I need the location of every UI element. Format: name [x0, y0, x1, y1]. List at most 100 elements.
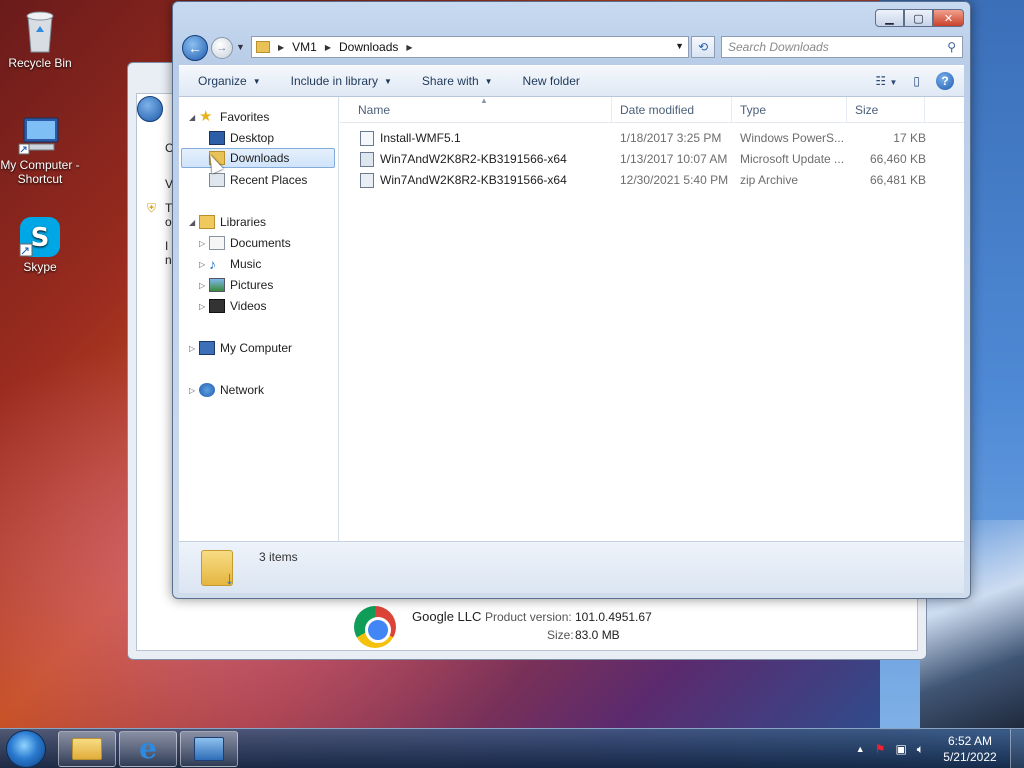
nav-label: Music: [230, 257, 262, 271]
desktop-icon-skype[interactable]: S Skype: [0, 216, 80, 274]
view-controls: ☷ ▼ ▯ ?: [875, 72, 954, 90]
folder-icon: [256, 41, 270, 53]
collapse-triangle-icon[interactable]: ◢: [189, 218, 199, 227]
taskbar-ie-button[interactable]: e: [119, 731, 177, 767]
share-with-label: Share with: [421, 74, 479, 88]
nav-label: My Computer: [220, 341, 293, 355]
expand-triangle-icon[interactable]: ▷: [189, 344, 199, 353]
file-list[interactable]: Name ▲ Date modified Type Size Install-W…: [340, 96, 964, 541]
file-row[interactable]: Win7AndW2K8R2-KB3191566-x64 12/30/2021 5…: [340, 170, 964, 191]
chrome-icon: [354, 606, 396, 648]
column-date-modified[interactable]: Date modified: [612, 97, 732, 123]
close-button[interactable]: ✕: [933, 9, 964, 27]
column-label: Type: [740, 103, 767, 117]
expand-triangle-icon[interactable]: ▷: [199, 260, 209, 269]
show-desktop-button[interactable]: [1010, 729, 1024, 768]
chevron-down-icon: ▼: [252, 76, 261, 86]
minimize-button[interactable]: ▁: [875, 9, 904, 27]
back-arrow-icon[interactable]: [137, 96, 163, 122]
organize-label: Organize: [198, 74, 247, 88]
publisher-name: Google LLC: [412, 609, 482, 624]
nav-my-computer[interactable]: ▷ My Computer: [189, 338, 292, 358]
chevron-down-icon: ▼: [484, 76, 493, 86]
action-center-flag-icon[interactable]: ⚑: [875, 742, 886, 756]
refresh-button[interactable]: ⟲: [691, 36, 715, 58]
start-button[interactable]: [6, 730, 46, 768]
collapse-triangle-icon[interactable]: ◢: [189, 113, 199, 122]
window-caption-buttons: ▁ ▢ ✕: [875, 9, 964, 27]
expand-triangle-icon[interactable]: ▷: [199, 302, 209, 311]
search-input[interactable]: Search Downloads ⚲: [721, 36, 963, 58]
nav-recent-places[interactable]: Recent Places: [209, 170, 307, 190]
back-button[interactable]: ←: [182, 35, 208, 61]
new-folder-button[interactable]: New folder: [523, 74, 580, 88]
search-icon[interactable]: ⚲: [947, 40, 956, 54]
network-icon: [199, 383, 215, 397]
desktop-icon-my-computer[interactable]: My Computer - Shortcut: [0, 116, 80, 186]
show-hidden-icons-icon[interactable]: ▲: [856, 744, 865, 754]
recent-places-icon: [209, 173, 225, 187]
clock[interactable]: 6:52 AM 5/21/2022: [930, 733, 1010, 765]
breadcrumb-vm1[interactable]: VM1: [292, 40, 317, 54]
breadcrumb-separator-icon: ▶: [406, 42, 413, 52]
nav-network[interactable]: ▷ Network: [189, 380, 264, 400]
nav-pictures[interactable]: ▷ Pictures: [199, 275, 273, 295]
internet-explorer-icon: e: [139, 732, 157, 765]
nav-videos[interactable]: ▷ Videos: [199, 296, 266, 316]
expand-triangle-icon[interactable]: ▷: [199, 239, 209, 248]
file-name: Install-WMF5.1: [380, 131, 461, 145]
nav-favorites[interactable]: ◢ ★ Favorites: [189, 107, 269, 127]
music-icon: ♪: [209, 256, 216, 272]
column-name[interactable]: Name ▲: [350, 96, 612, 123]
network-status-icon[interactable]: ▣: [895, 742, 906, 756]
computer-icon: [199, 341, 215, 355]
nav-desktop[interactable]: Desktop: [209, 128, 274, 148]
nav-label: Pictures: [230, 278, 274, 292]
command-bar: Organize ▼ Include in library ▼ Share with…: [179, 65, 964, 97]
documents-icon: [209, 236, 225, 250]
preview-pane-button[interactable]: ▯: [913, 74, 920, 88]
desktop-icon-label: Skype: [23, 260, 57, 274]
chevron-down-icon: ▼: [384, 76, 392, 86]
column-size[interactable]: Size: [847, 97, 925, 123]
address-bar[interactable]: ▶ VM1 ▶ Downloads ▶ ▼: [251, 36, 689, 58]
volume-icon[interactable]: 🔈︎: [917, 742, 924, 757]
explorer-window[interactable]: ▁ ▢ ✕ ← → ▼ ▶ VM1 ▶ Downloads ▶ ▼ ⟲ Sear…: [172, 1, 971, 599]
breadcrumb-separator-icon: ▶: [324, 42, 331, 52]
nav-music[interactable]: ▷ ♪ Music: [199, 254, 261, 274]
file-date: 1/18/2017 3:25 PM: [620, 131, 722, 145]
breadcrumb-downloads[interactable]: Downloads: [339, 40, 398, 54]
share-with-button[interactable]: Share with ▼: [422, 74, 493, 88]
maximize-button[interactable]: ▢: [904, 9, 933, 27]
taskbar-explorer-button[interactable]: [58, 731, 116, 767]
include-in-library-label: Include in library: [290, 74, 378, 88]
column-headers: Name ▲ Date modified Type Size: [340, 96, 964, 123]
nav-documents[interactable]: ▷ Documents: [199, 233, 291, 253]
taskbar-control-panel-button[interactable]: [180, 731, 238, 767]
desktop-icon-recycle-bin[interactable]: Recycle Bin: [0, 8, 80, 70]
nav-label: Downloads: [230, 151, 290, 165]
nav-libraries[interactable]: ◢ Libraries: [189, 212, 266, 232]
item-count: 3 items: [259, 550, 298, 564]
expand-triangle-icon[interactable]: ▷: [189, 386, 199, 395]
file-date: 1/13/2017 10:07 AM: [620, 152, 728, 166]
desktop-icon-label: My Computer - Shortcut: [0, 158, 80, 186]
column-type[interactable]: Type: [732, 97, 847, 123]
forward-button[interactable]: →: [211, 37, 233, 59]
help-button[interactable]: ?: [936, 72, 954, 90]
file-type: zip Archive: [740, 173, 799, 187]
details-pane: 3 items: [179, 541, 964, 593]
organize-button[interactable]: Organize ▼: [198, 74, 261, 88]
column-label: Size: [855, 103, 879, 117]
view-options-button[interactable]: ☷ ▼: [875, 74, 897, 88]
product-version-value: 101.0.4951.67: [575, 610, 652, 624]
file-type: Microsoft Update ...: [740, 152, 845, 166]
file-row[interactable]: Win7AndW2K8R2-KB3191566-x64 1/13/2017 10…: [340, 149, 964, 170]
navigation-pane[interactable]: ◢ ★ Favorites Desktop Downloads Recent P…: [179, 97, 339, 541]
file-row[interactable]: Install-WMF5.1 1/18/2017 3:25 PM Windows…: [340, 128, 964, 149]
recent-pages-dropdown[interactable]: ▼: [236, 42, 245, 52]
computer-icon: [18, 117, 59, 155]
expand-triangle-icon[interactable]: ▷: [199, 281, 209, 290]
include-in-library-button[interactable]: Include in library ▼: [291, 74, 392, 88]
address-dropdown-icon[interactable]: ▼: [675, 41, 684, 51]
